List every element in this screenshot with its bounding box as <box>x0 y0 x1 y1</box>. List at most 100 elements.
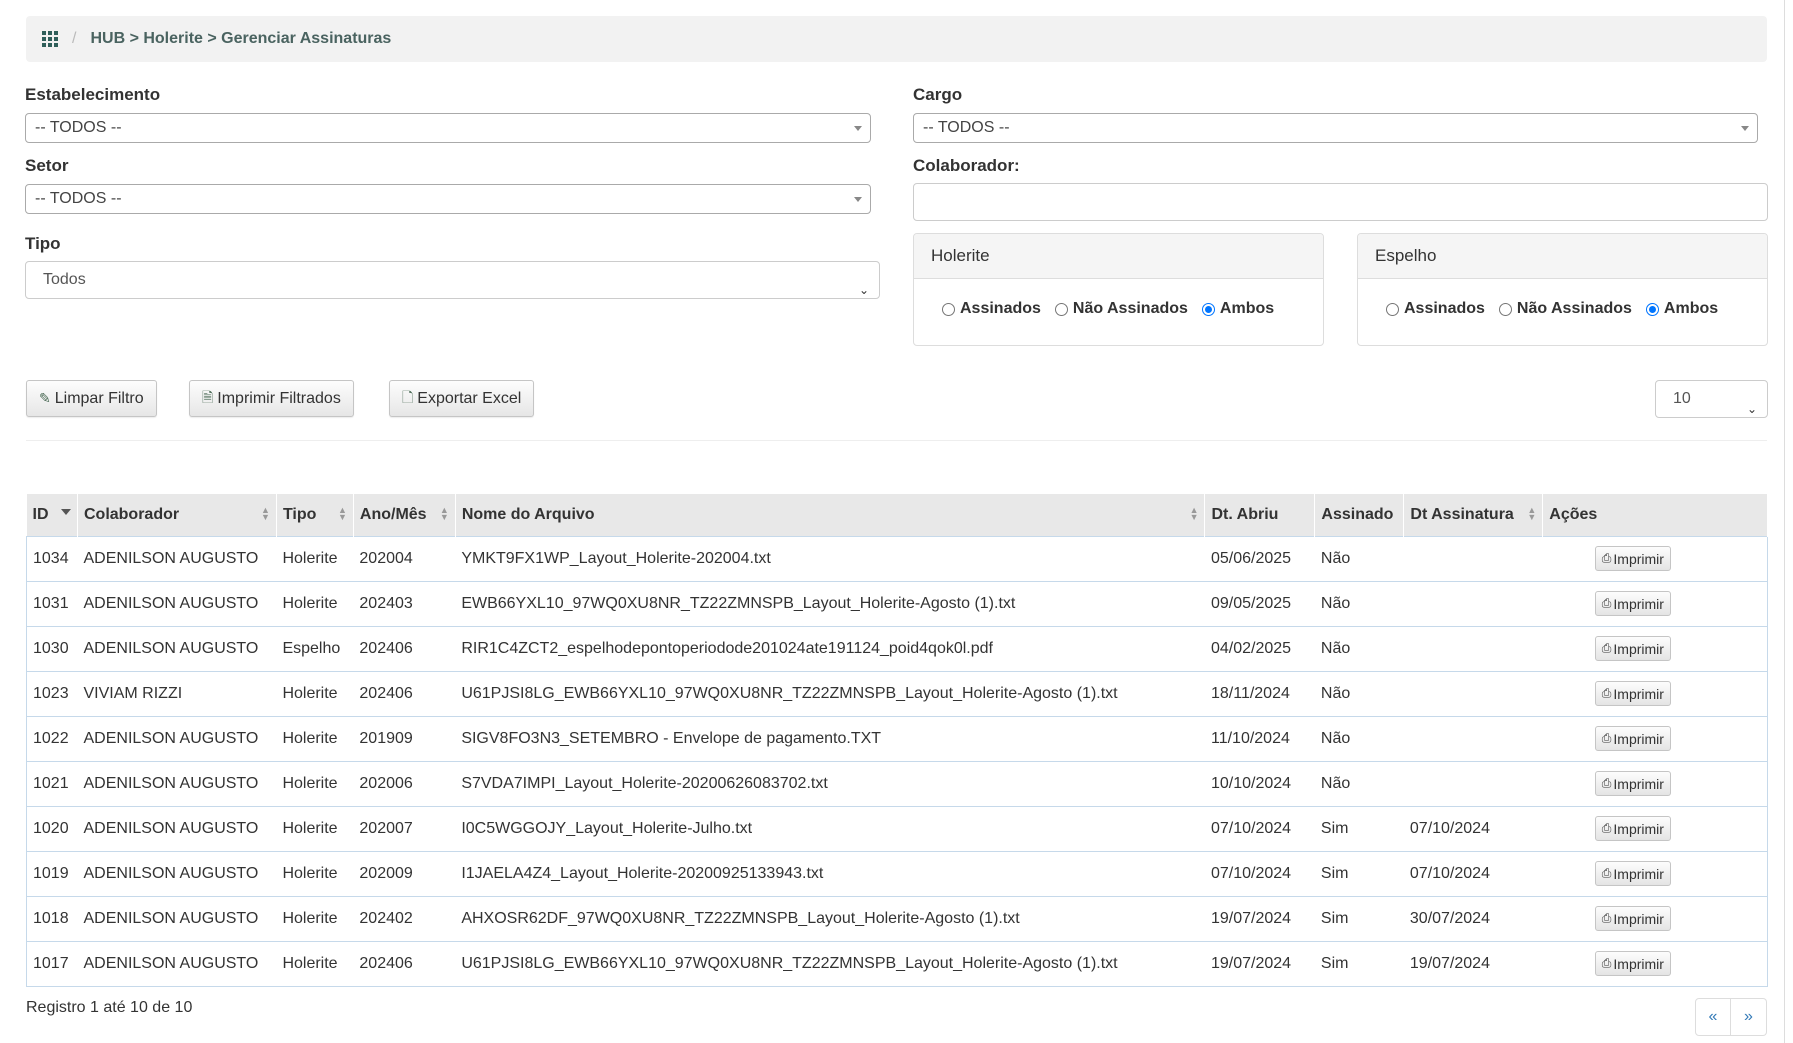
column-header-nome-arquivo[interactable]: Nome do Arquivo ▲ ▼ <box>455 494 1206 536</box>
cell-tipo: Holerite <box>276 580 354 626</box>
printer-icon: ⎙ <box>1601 641 1612 655</box>
imprimir-button[interactable]: ⎙ Imprimir <box>1594 636 1671 661</box>
cell-ano-mes: 202004 <box>353 535 456 581</box>
chevron-down-icon: ⌄ <box>858 283 869 297</box>
holerite-radio-nao-assinados[interactable]: Não Assinados <box>1054 300 1188 318</box>
espelho-radio-nao-assinados[interactable]: Não Assinados <box>1498 300 1632 318</box>
table-row: 1022 ADENILSON AUGUSTO Holerite 201909 SIGV8… <box>26 715 1768 761</box>
print-document-icon: 🗎 <box>202 388 214 405</box>
sort-icon: ▲ ▼ <box>261 505 270 522</box>
cell-nome-arquivo: I0C5WGGOJY_Layout_Holerite-Julho.txt <box>455 805 1205 851</box>
chevron-down-icon: ⌄ <box>1746 402 1757 416</box>
sort-desc-icon <box>60 509 71 515</box>
cell-acoes: ⎙ Imprimir <box>1542 895 1768 941</box>
holerite-radio-assinados[interactable]: Assinados <box>942 300 1041 318</box>
cell-ano-mes: 201909 <box>353 715 456 761</box>
imprimir-button[interactable]: ⎙ Imprimir <box>1594 591 1671 616</box>
printer-icon: ⎙ <box>1601 596 1612 610</box>
exportar-excel-button[interactable]: 🗋 Exportar Excel <box>389 380 535 417</box>
cell-dt-assinatura <box>1403 625 1543 671</box>
estabelecimento-select[interactable]: -- TODOS -- <box>25 113 871 143</box>
imprimir-button[interactable]: ⎙ Imprimir <box>1594 546 1671 571</box>
table-row: 1019 ADENILSON AUGUSTO Holerite 202009 I1JAE… <box>26 850 1768 896</box>
colaborador-input[interactable] <box>913 183 1768 221</box>
cell-dt-assinatura <box>1403 715 1543 761</box>
radio-icon <box>1386 302 1399 316</box>
espelho-radio-ambos[interactable]: Ambos <box>1645 300 1718 318</box>
button-label: Limpar Filtro <box>54 389 144 407</box>
table-row: 1017 ADENILSON AUGUSTO Holerite 202406 U61PJ… <box>26 940 1768 987</box>
cell-dt-assinatura <box>1403 670 1543 716</box>
imprimir-button[interactable]: ⎙ Imprimir <box>1594 951 1671 976</box>
espelho-radio-assinados[interactable]: Assinados <box>1386 300 1485 318</box>
imprimir-button[interactable]: ⎙ Imprimir <box>1594 681 1671 706</box>
column-header-dt-abriu: Dt. Abriu <box>1204 494 1316 536</box>
cell-assinado: Não <box>1314 535 1404 581</box>
cell-dt-assinatura <box>1403 580 1543 626</box>
cell-id: 1030 <box>26 625 78 671</box>
cargo-select[interactable]: -- TODOS -- <box>913 113 1758 143</box>
column-header-tipo[interactable]: Tipo ▲ ▼ <box>276 494 354 536</box>
cell-colaborador: ADENILSON AUGUSTO <box>77 850 277 896</box>
limpar-filtro-button[interactable]: ✎ Limpar Filtro <box>26 380 157 417</box>
imprimir-button[interactable]: ⎙ Imprimir <box>1594 906 1671 931</box>
column-header-colaborador[interactable]: Colaborador ▲ ▼ <box>77 494 277 536</box>
cell-acoes: ⎙ Imprimir <box>1542 625 1768 671</box>
sort-icon: ▲ ▼ <box>439 505 449 522</box>
table-header-row: ID Colaborador ▲ ▼ Tipo ▲ ▼ Ano/Mês ▲ ▼ Nome d… <box>26 494 1768 536</box>
chevron-down-icon <box>854 197 862 202</box>
imprimir-button[interactable]: ⎙ Imprimir <box>1594 816 1671 841</box>
cell-colaborador: ADENILSON AUGUSTO <box>77 715 277 761</box>
cell-dt-assinatura <box>1403 760 1543 806</box>
cell-colaborador: ADENILSON AUGUSTO <box>77 580 277 626</box>
imprimir-button[interactable]: ⎙ Imprimir <box>1594 861 1671 886</box>
imprimir-label: Imprimir <box>1613 775 1664 792</box>
breadcrumb-path[interactable]: HUB > Holerite > Gerenciar Assinaturas <box>90 30 391 48</box>
breadcrumb: / HUB > Holerite > Gerenciar Assinaturas <box>26 16 1767 62</box>
cell-assinado: Não <box>1314 670 1404 716</box>
radio-label: Não Assinados <box>1072 300 1188 317</box>
table-row: 1031 ADENILSON AUGUSTO Holerite 202403 EWB66… <box>26 580 1768 626</box>
tipo-select[interactable]: Todos ⌄ <box>25 261 880 299</box>
cell-dt-abriu: 11/10/2024 <box>1204 715 1315 761</box>
imprimir-label: Imprimir <box>1613 595 1664 612</box>
pagination-prev-button[interactable]: « <box>1695 998 1731 1036</box>
sort-icon: ▲ ▼ <box>1527 505 1537 522</box>
column-header-dt-assinatura[interactable]: Dt Assinatura ▲ ▼ <box>1403 494 1544 536</box>
holerite-radio-ambos[interactable]: Ambos <box>1201 300 1274 318</box>
tipo-value: Todos <box>43 271 86 288</box>
imprimir-filtrados-button[interactable]: 🗎 Imprimir Filtrados <box>189 380 354 417</box>
cell-ano-mes: 202406 <box>353 625 456 671</box>
cell-nome-arquivo: S7VDA7IMPI_Layout_Holerite-2020062608370… <box>455 760 1205 806</box>
holerite-panel: Holerite Assinados Não Assinados Ambos <box>913 233 1324 346</box>
printer-icon: ⎙ <box>1601 776 1612 790</box>
cell-id: 1031 <box>26 580 78 626</box>
pagination: « » <box>1695 998 1767 1036</box>
cell-colaborador: ADENILSON AUGUSTO <box>77 940 277 987</box>
file-icon: 🗋 <box>402 388 414 405</box>
page-size-select[interactable]: 10 ⌄ <box>1655 380 1768 418</box>
setor-select[interactable]: -- TODOS -- <box>25 184 871 214</box>
cell-assinado: Não <box>1314 580 1404 626</box>
cell-tipo: Holerite <box>276 940 354 987</box>
cell-id: 1017 <box>26 940 78 987</box>
cell-colaborador: ADENILSON AUGUSTO <box>77 805 277 851</box>
cell-acoes: ⎙ Imprimir <box>1542 580 1768 626</box>
imprimir-label: Imprimir <box>1613 550 1664 567</box>
column-header-id[interactable]: ID <box>26 494 78 536</box>
cell-colaborador: VIVIAM RIZZI <box>77 670 277 716</box>
cell-dt-abriu: 09/05/2025 <box>1204 580 1315 626</box>
cell-nome-arquivo: EWB66YXL10_97WQ0XU8NR_TZ22ZMNSPB_Layout_… <box>455 580 1205 626</box>
apps-grid-icon[interactable] <box>42 31 58 47</box>
table-row: 1021 ADENILSON AUGUSTO Holerite 202006 S7VDA… <box>26 760 1768 806</box>
assinaturas-table: ID Colaborador ▲ ▼ Tipo ▲ ▼ Ano/Mês ▲ ▼ Nome d… <box>26 494 1768 987</box>
sort-icon: ▲ ▼ <box>1189 505 1199 522</box>
cell-assinado: Não <box>1314 625 1404 671</box>
column-header-acoes: Ações <box>1542 494 1768 536</box>
column-header-ano-mes[interactable]: Ano/Mês ▲ ▼ <box>353 494 456 536</box>
imprimir-button[interactable]: ⎙ Imprimir <box>1594 726 1671 751</box>
cell-dt-assinatura: 19/07/2024 <box>1403 940 1543 987</box>
cell-assinado: Não <box>1314 760 1404 806</box>
pagination-next-button[interactable]: » <box>1731 998 1767 1036</box>
imprimir-button[interactable]: ⎙ Imprimir <box>1594 771 1671 796</box>
